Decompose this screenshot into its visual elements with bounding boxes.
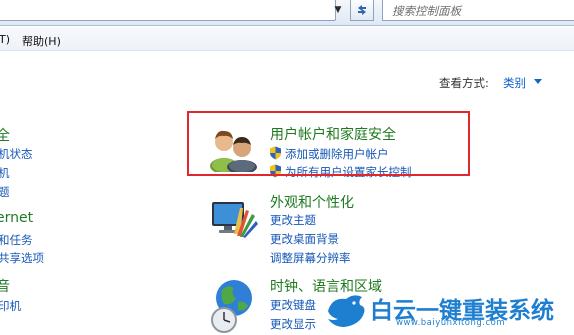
left-category-link[interactable]: 和任务 <box>0 232 33 248</box>
watermark-bird-icon <box>328 295 365 327</box>
address-dropdown-icon[interactable]: ▼ <box>330 0 346 20</box>
left-category-link[interactable]: 机状态 <box>0 146 33 162</box>
change-theme-link[interactable]: 更改主题 <box>270 212 316 228</box>
change-display-link[interactable]: 更改显示 <box>270 316 316 332</box>
address-bar-area: ▼ 搜索控制面板 <box>0 0 574 26</box>
address-field[interactable] <box>0 0 336 21</box>
view-by-dropdown[interactable]: 类别 <box>503 75 526 91</box>
adjust-screen-resolution-link[interactable]: 调整屏幕分辨率 <box>270 250 351 266</box>
left-category-link[interactable]: 机 <box>0 165 10 181</box>
menu-bar: T) 帮助(H) <box>0 27 574 51</box>
left-category-title[interactable]: 全 <box>0 125 10 145</box>
left-category-title[interactable]: 音 <box>0 276 10 296</box>
left-category-link[interactable]: 题 <box>0 184 10 200</box>
refresh-button[interactable] <box>350 0 374 21</box>
chevron-down-icon[interactable] <box>534 79 542 84</box>
left-category-link[interactable]: 印机 <box>0 298 21 314</box>
menu-tools[interactable]: T) <box>0 33 10 46</box>
view-by-label: 查看方式: <box>439 76 489 90</box>
highlight-box <box>187 111 470 176</box>
search-input[interactable]: 搜索控制面板 <box>382 0 574 21</box>
menu-help[interactable]: 帮助(H) <box>22 33 61 49</box>
appearance-icon <box>212 202 258 238</box>
left-category-title[interactable]: ernet <box>0 210 33 226</box>
left-category-link[interactable]: 共享选项 <box>0 250 44 266</box>
change-desktop-background-link[interactable]: 更改桌面背景 <box>270 231 339 247</box>
refresh-icon <box>358 5 366 15</box>
category-title-appearance[interactable]: 外观和个性化 <box>270 192 354 212</box>
clock-globe-icon <box>211 280 252 333</box>
change-keyboard-link[interactable]: 更改键盘 <box>270 297 316 313</box>
watermark-url: www.baiyunxitong.com <box>396 318 506 328</box>
